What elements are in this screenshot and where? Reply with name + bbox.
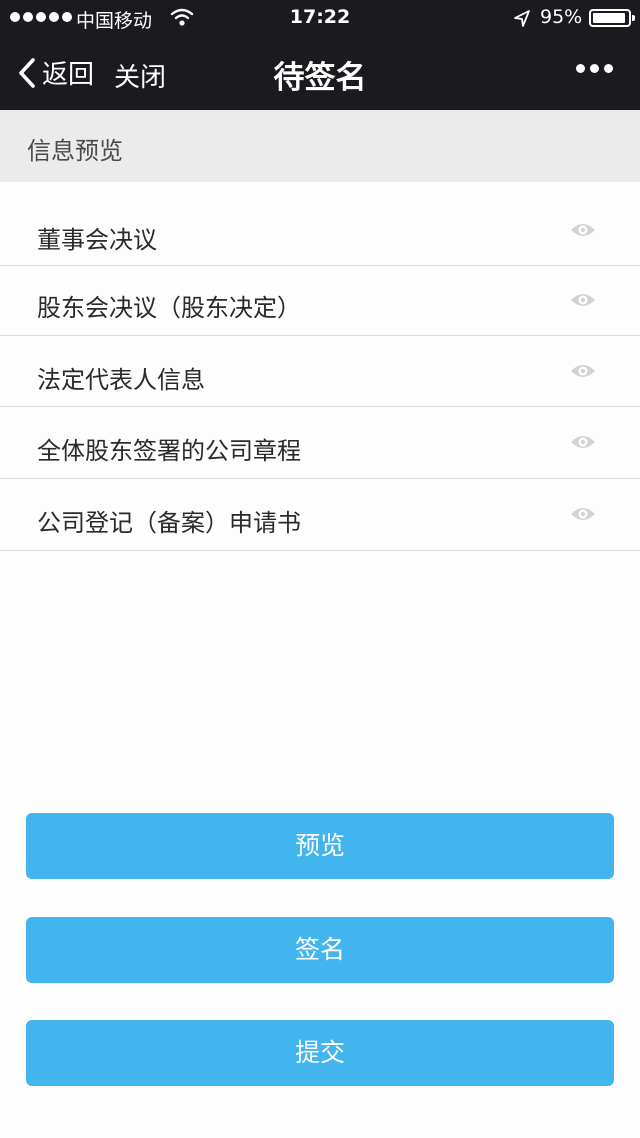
document-list-item[interactable]: 公司登记（备案）申请书 xyxy=(0,479,640,551)
document-label: 董事会决议 xyxy=(37,226,157,254)
back-button[interactable]: 返回 xyxy=(16,54,94,91)
document-label: 全体股东签署的公司章程 xyxy=(37,437,301,465)
document-label: 股东会决议（股东决定） xyxy=(37,294,301,322)
more-dots-icon[interactable] xyxy=(576,64,613,73)
screen: 中国移动 17:22 95% 返回 关闭 待签名 信息预览 董事会决议 股东会决… xyxy=(0,0,640,1138)
sign-button[interactable]: 签名 xyxy=(26,917,614,983)
status-bar: 中国移动 17:22 95% xyxy=(0,0,640,36)
eye-icon[interactable] xyxy=(570,433,596,451)
document-list-item[interactable]: 法定代表人信息 xyxy=(0,336,640,407)
back-button-label: 返回 xyxy=(42,60,95,90)
section-title: 信息预览 xyxy=(27,137,123,165)
document-label: 法定代表人信息 xyxy=(37,366,205,394)
document-list: 董事会决议股东会决议（股东决定） 法定代表人信息全体股东签署的公司章程 公司登记（备… xyxy=(0,196,640,551)
eye-icon[interactable] xyxy=(570,221,596,239)
preview-button[interactable]: 预览 xyxy=(26,813,614,879)
page-title: 待签名 xyxy=(273,60,367,96)
document-label: 公司登记（备案）申请书 xyxy=(37,509,301,537)
navigation-bar: 返回 关闭 待签名 xyxy=(0,36,640,110)
eye-icon[interactable] xyxy=(570,505,596,523)
chevron-left-icon xyxy=(19,57,35,88)
document-list-item[interactable]: 全体股东签署的公司章程 xyxy=(0,407,640,479)
section-header: 信息预览 xyxy=(0,110,640,182)
location-arrow-icon xyxy=(514,10,530,27)
submit-button[interactable]: 提交 xyxy=(26,1020,614,1086)
document-list-item[interactable]: 股东会决议（股东决定） xyxy=(0,266,640,336)
eye-icon[interactable] xyxy=(570,362,596,380)
document-list-item[interactable]: 董事会决议 xyxy=(0,196,640,266)
close-button[interactable]: 关闭 xyxy=(114,57,166,94)
top-bar: 中国移动 17:22 95% 返回 关闭 待签名 xyxy=(0,0,640,110)
eye-icon[interactable] xyxy=(570,291,596,309)
battery-percentage: 95% xyxy=(540,6,583,28)
battery-icon xyxy=(589,9,635,27)
